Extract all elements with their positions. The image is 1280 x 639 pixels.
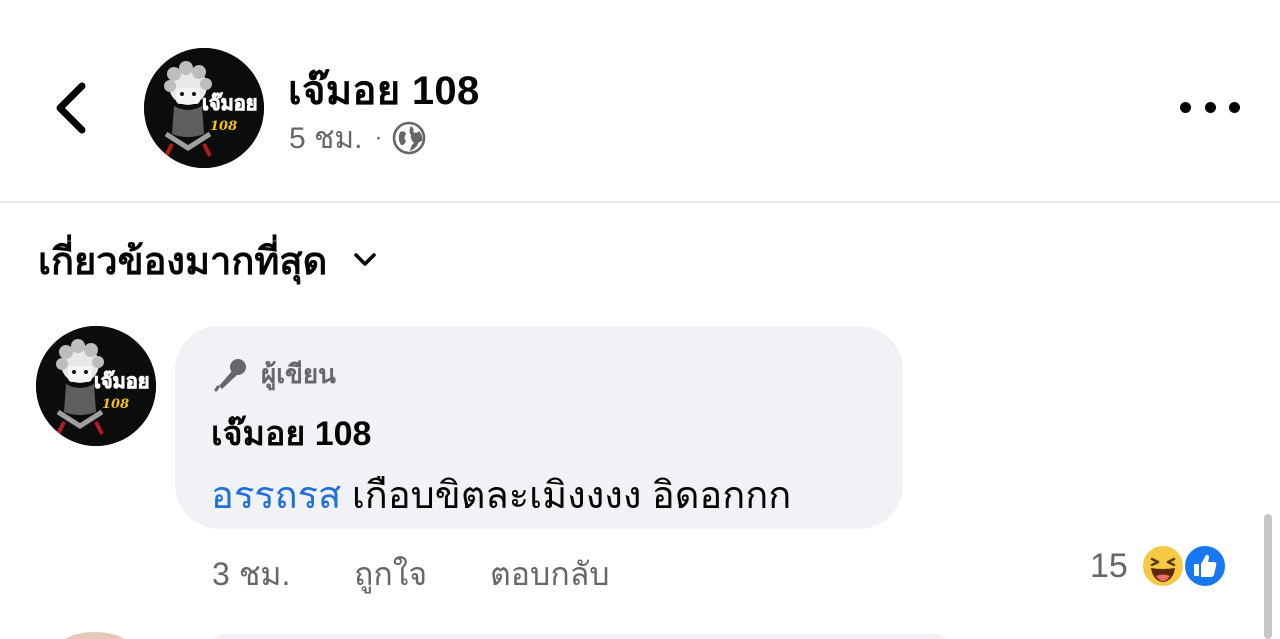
logo-number: 108 xyxy=(210,119,237,134)
page-logo-image: เจ๊มอย 108 xyxy=(144,48,264,168)
comment-sort-dropdown[interactable]: เกี่ยวข้องมากที่สุด xyxy=(38,232,377,288)
microphone-icon xyxy=(214,359,246,392)
page-logo-image: เจ๊มอย 108 xyxy=(36,326,156,446)
more-options-button[interactable] xyxy=(1180,92,1240,122)
post-time[interactable]: 5 ชม. xyxy=(289,115,363,162)
commenter-name[interactable]: เจ๊มอย 108 xyxy=(211,406,371,460)
logo-text: เจ๊มอย xyxy=(94,369,149,393)
like-icon xyxy=(1182,544,1227,588)
page-name[interactable]: เจ๊มอย 108 xyxy=(288,58,480,122)
logo-text: เจ๊มอย xyxy=(202,91,257,115)
back-button[interactable] xyxy=(48,78,96,138)
page-avatar[interactable]: เจ๊มอย 108 xyxy=(144,48,264,168)
comment-time[interactable]: 3 ชม. xyxy=(212,549,354,600)
more-horizontal-icon xyxy=(1229,101,1240,113)
next-comment-bubble xyxy=(210,634,950,639)
reply-button[interactable]: ตอบกลับ xyxy=(490,549,610,600)
post-header: เจ๊มอย 108 เจ๊มอย 108 5 ชม. · xyxy=(0,0,1280,202)
header-divider xyxy=(0,201,1280,203)
more-horizontal-icon xyxy=(1180,101,1191,113)
comment-screen: เจ๊มอย 108 เจ๊มอย 108 5 ชม. · เกี่ยวข้อง… xyxy=(0,0,1280,639)
mention-link[interactable]: อรรถรส xyxy=(211,475,341,517)
comment-body: เกือบขิตละเมิงงงง อิดอกกก xyxy=(341,475,792,517)
chevron-down-icon xyxy=(354,253,377,266)
like-button[interactable]: ถูกใจ xyxy=(354,549,490,600)
reaction-count: 15 xyxy=(1090,546,1128,585)
author-badge: ผู้เขียน xyxy=(213,354,336,394)
sort-label: เกี่ยวข้องมากที่สุด xyxy=(38,240,328,283)
chevron-left-icon xyxy=(56,82,86,134)
globe-icon xyxy=(392,121,425,155)
commenter-avatar[interactable]: เจ๊มอย 108 xyxy=(36,326,156,446)
comment-actions: 3 ชม. ถูกใจ ตอบกลับ xyxy=(212,548,610,600)
next-comment-avatar xyxy=(60,632,130,639)
haha-icon xyxy=(1140,544,1185,588)
reaction-summary[interactable]: 15 xyxy=(1090,540,1228,592)
logo-number: 108 xyxy=(102,397,129,412)
scrollbar[interactable] xyxy=(1264,514,1272,639)
comment-text: อรรถรส เกือบขิตละเมิงงงง อิดอกกก xyxy=(211,464,791,525)
post-meta: 5 ชม. · xyxy=(289,118,427,158)
meta-separator: · xyxy=(374,124,383,151)
more-horizontal-icon xyxy=(1204,101,1216,113)
author-badge-label: ผู้เขียน xyxy=(261,358,336,389)
comment-bubble[interactable]: ผู้เขียน เจ๊มอย 108 อรรถรส เกือบขิตละเมิ… xyxy=(175,326,903,529)
